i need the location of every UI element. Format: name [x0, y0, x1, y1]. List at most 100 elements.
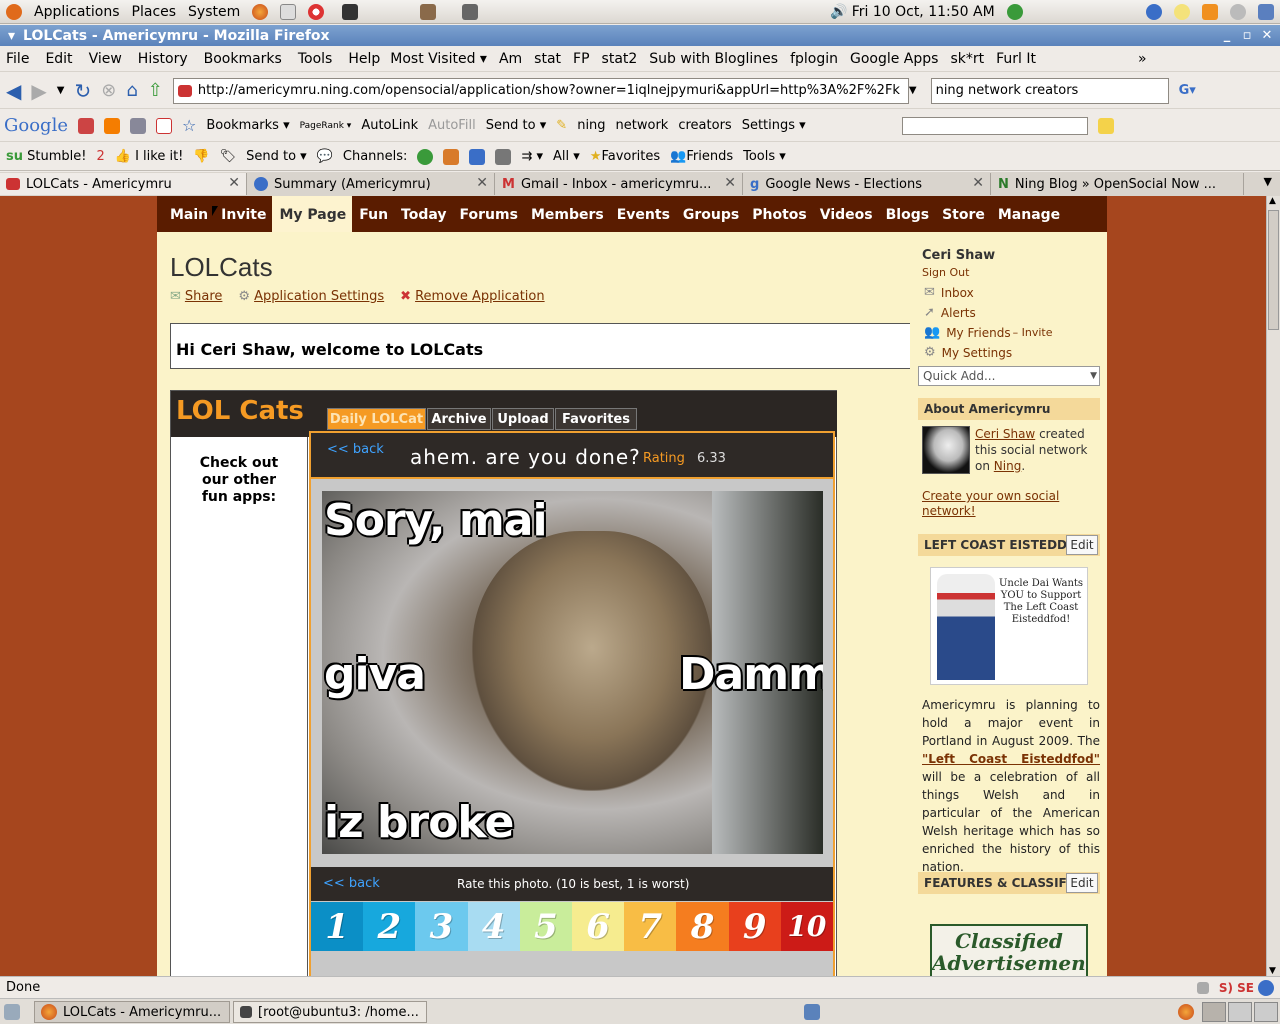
- comment-icon[interactable]: 💬: [317, 149, 333, 164]
- google-toolbar-search-input[interactable]: [901, 116, 1088, 135]
- workspace-2[interactable]: [1228, 1002, 1252, 1022]
- uncle-dai-poster[interactable]: Uncle Dai Wants YOU to Support The Left …: [930, 567, 1088, 685]
- upload-icon[interactable]: ⇧: [148, 80, 163, 101]
- menu-history[interactable]: History: [138, 51, 188, 67]
- system-menu[interactable]: System: [188, 4, 240, 20]
- workspace-switcher[interactable]: [1202, 1002, 1278, 1022]
- search-term-ning[interactable]: ning: [577, 118, 605, 133]
- url-dropdown-icon[interactable]: ▼: [909, 85, 917, 96]
- creator-avatar[interactable]: [922, 426, 970, 474]
- window-titlebar[interactable]: ▾ LOLCats - Americymru - Mozilla Firefox…: [0, 25, 1280, 46]
- tab-upload[interactable]: Upload: [492, 408, 554, 430]
- menu-tools[interactable]: Tools: [298, 51, 333, 67]
- bookmark-bloglines[interactable]: Sub with Bloglines: [649, 51, 778, 67]
- bookmark-most-visited[interactable]: Most Visited ▾: [390, 51, 487, 67]
- rate-2-button[interactable]: 2: [363, 902, 416, 951]
- stop-icon[interactable]: ⊗: [101, 80, 116, 101]
- inbox-link[interactable]: ✉ Inbox: [924, 285, 974, 300]
- home-icon[interactable]: ⌂: [126, 80, 137, 101]
- tab-close-icon[interactable]: ✕: [476, 175, 488, 191]
- rate-8-button[interactable]: 8: [676, 902, 729, 951]
- lightbulb-icon[interactable]: [1174, 3, 1190, 20]
- scroll-down-icon[interactable]: ▼: [1269, 966, 1276, 976]
- nav-groups[interactable]: Groups: [676, 196, 745, 232]
- volume-icon[interactable]: 🔊: [830, 4, 847, 20]
- google-pen-icon[interactable]: [77, 117, 94, 134]
- share-link[interactable]: ✉ Share: [170, 289, 222, 304]
- google-settings-button[interactable]: Settings ▾: [742, 118, 806, 133]
- highlighter-icon[interactable]: ✎: [556, 118, 567, 133]
- nav-fun[interactable]: Fun: [352, 196, 394, 232]
- tab-close-icon[interactable]: ✕: [972, 175, 984, 191]
- search-term-network[interactable]: network: [616, 118, 669, 133]
- search-input[interactable]: ning network creators: [936, 83, 1079, 98]
- terminal-launcher-icon[interactable]: [342, 3, 359, 20]
- ning-link[interactable]: Ning: [994, 459, 1022, 473]
- tab-google-news[interactable]: g Google News - Elections ✕: [744, 173, 991, 195]
- search-icon[interactable]: [1230, 3, 1246, 20]
- tab-close-icon[interactable]: ✕: [724, 175, 736, 191]
- rate-1-button[interactable]: 1: [311, 902, 364, 951]
- search-box[interactable]: ning network creators: [930, 77, 1169, 104]
- search-engine-icon[interactable]: G▾: [1179, 83, 1196, 98]
- stumble-count[interactable]: 2: [96, 149, 104, 164]
- taskbar-terminal[interactable]: [root@ubuntu3: /home...: [233, 1001, 427, 1023]
- tab-daily-lolcat[interactable]: Daily LOLCat: [327, 408, 426, 430]
- nav-main[interactable]: Main: [163, 196, 214, 232]
- application-settings-link[interactable]: ⚙ Application Settings: [238, 289, 384, 304]
- workspace-1[interactable]: [1202, 1002, 1226, 1022]
- rate-7-button[interactable]: 7: [624, 902, 677, 951]
- tab-favorites[interactable]: Favorites: [555, 408, 637, 430]
- menu-edit[interactable]: Edit: [45, 51, 72, 67]
- vertical-scrollbar[interactable]: ▲ ▼: [1266, 196, 1280, 976]
- all-channels-button[interactable]: All ▾: [553, 149, 580, 164]
- close-icon[interactable]: ✕: [1258, 25, 1276, 46]
- google-sendto-button[interactable]: Send to ▾: [486, 118, 547, 133]
- clock[interactable]: Fri 10 Oct, 11:50 AM: [852, 4, 995, 20]
- nav-blogs[interactable]: Blogs: [879, 196, 935, 232]
- nav-videos[interactable]: Videos: [813, 196, 879, 232]
- favorites-button[interactable]: ★Favorites: [590, 149, 660, 164]
- puzzle-icon[interactable]: [129, 117, 146, 134]
- nav-today[interactable]: Today: [394, 196, 452, 232]
- nav-photos[interactable]: Photos: [745, 196, 813, 232]
- tab-ning-blog[interactable]: N Ning Blog » OpenSocial Now ...: [992, 173, 1244, 195]
- user-name[interactable]: Ceri Shaw: [922, 248, 995, 263]
- maximize-icon[interactable]: ▫: [1238, 25, 1256, 46]
- pagerank-indicator[interactable]: PageRank ▾: [300, 121, 352, 131]
- google-bookmarks-button[interactable]: Bookmarks ▾: [206, 118, 289, 133]
- bookmark-stat[interactable]: stat: [534, 51, 561, 67]
- help-launcher-icon[interactable]: [308, 3, 325, 20]
- window-menu-icon[interactable]: ▾: [8, 28, 15, 44]
- tab-archive[interactable]: Archive: [427, 408, 491, 430]
- lolcats-logo[interactable]: LOL Cats: [176, 396, 304, 426]
- sign-out-link[interactable]: Sign Out: [922, 266, 969, 279]
- gmail-icon[interactable]: [155, 117, 172, 134]
- search-term-creators[interactable]: creators: [678, 118, 731, 133]
- update-icon[interactable]: [1146, 3, 1162, 20]
- classifieds-banner[interactable]: Classified Advertisements: [930, 924, 1088, 976]
- url-bar[interactable]: http://americymru.ning.com/opensocial/ap…: [172, 77, 909, 104]
- channels-more-icon[interactable]: ⇉ ▾: [521, 149, 543, 164]
- taskbar-firefox[interactable]: LOLCats - Americymru...: [34, 1001, 230, 1023]
- globe-status-icon[interactable]: [1258, 979, 1274, 996]
- globe-icon[interactable]: [417, 148, 434, 165]
- forward-icon[interactable]: ▶: [31, 79, 46, 103]
- people-icon[interactable]: [443, 148, 460, 165]
- back-link-bottom[interactable]: << back: [323, 876, 380, 891]
- rate-4-button[interactable]: 4: [467, 902, 520, 951]
- quick-add-dropdown-icon[interactable]: ▼: [1090, 371, 1097, 381]
- nav-store[interactable]: Store: [935, 196, 991, 232]
- stumble-sendto-button[interactable]: Send to ▾: [246, 149, 307, 164]
- security-icon[interactable]: [1196, 981, 1209, 994]
- ubuntu-logo-icon[interactable]: [6, 3, 22, 20]
- bookmark-stat2[interactable]: stat2: [602, 51, 638, 67]
- stumble-button[interactable]: su Stumble!: [6, 149, 86, 164]
- menu-help[interactable]: Help: [348, 51, 380, 67]
- bookmark-fplogin[interactable]: fplogin: [790, 51, 838, 67]
- places-menu[interactable]: Places: [132, 4, 177, 20]
- reload-icon[interactable]: ↻: [74, 79, 91, 103]
- bookmark-google-apps[interactable]: Google Apps: [850, 51, 938, 67]
- mail-launcher-icon[interactable]: [280, 3, 297, 20]
- google-logo[interactable]: Google: [4, 115, 68, 136]
